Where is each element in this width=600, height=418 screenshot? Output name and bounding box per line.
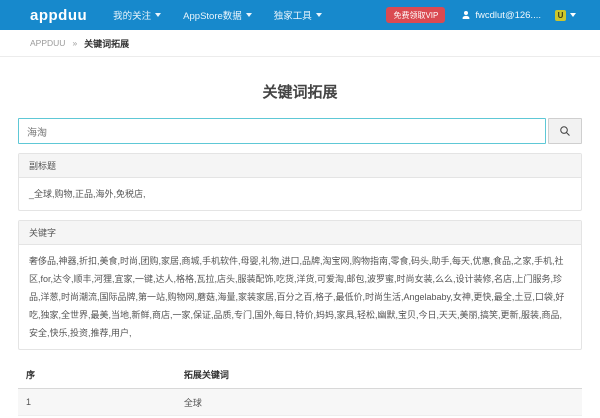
table-header-row: 序 拓展关键词 [18, 361, 582, 389]
expanded-keywords-table: 序 拓展关键词 1 全球 2 购物 3 正品 [18, 361, 582, 418]
breadcrumb-home-link[interactable]: APPDUU [30, 38, 65, 48]
nav-item-appstore-data[interactable]: AppStore数据 [183, 8, 252, 22]
chevron-down-icon [570, 13, 576, 17]
keywords-panel: 关键字 奢侈品,神器,折扣,美食,时尚,团购,家居,商城,手机软件,母婴,礼物,… [18, 220, 582, 350]
column-header-no: 序 [18, 361, 176, 389]
breadcrumb: APPDUU » 关键词拓展 [0, 30, 600, 57]
main-content: 关键词拓展 副标题 _全球,购物,正品,海外,免税店, 关键字 奢侈品,神器,折… [0, 81, 600, 418]
row-number-cell: 1 [18, 389, 176, 416]
nav-item-label: AppStore数据 [183, 8, 242, 22]
keyword-search-group [18, 118, 582, 144]
keyword-cell: 全球 [176, 389, 582, 416]
search-button[interactable] [548, 118, 582, 144]
subtitle-panel-heading: 副标题 [19, 154, 581, 178]
keyword-search-input[interactable] [18, 118, 546, 144]
chevron-down-icon [155, 13, 161, 17]
subtitle-panel: 副标题 _全球,购物,正品,海外,免税店, [18, 153, 582, 211]
breadcrumb-separator: » [72, 38, 77, 48]
page-title: 关键词拓展 [18, 81, 582, 102]
nav-item-my-follows[interactable]: 我的关注 [113, 8, 161, 22]
keywords-panel-body: 奢侈品,神器,折扣,美食,时尚,团购,家居,商城,手机软件,母婴,礼物,进口,品… [19, 245, 581, 349]
user-menu[interactable]: fwcdlut@126.... [461, 10, 541, 21]
chevron-down-icon [316, 13, 322, 17]
account-dropdown[interactable]: U [555, 10, 576, 21]
subtitle-panel-body: _全球,购物,正品,海外,免税店, [19, 178, 581, 210]
logo[interactable]: appduu [30, 7, 87, 24]
nav-item-exclusive-tools[interactable]: 独家工具 [274, 8, 322, 22]
keywords-panel-heading: 关键字 [19, 221, 581, 245]
user-email: fwcdlut@126.... [475, 10, 541, 21]
top-navbar: appduu 我的关注 AppStore数据 独家工具 免费领取VIP fwcd… [0, 0, 600, 30]
search-icon [559, 125, 571, 137]
page: appduu 我的关注 AppStore数据 独家工具 免费领取VIP fwcd… [0, 0, 600, 418]
free-vip-badge[interactable]: 免费领取VIP [386, 7, 445, 23]
chevron-down-icon [246, 13, 252, 17]
navbar-right: 免费领取VIP fwcdlut@126.... U [386, 7, 576, 23]
breadcrumb-current: 关键词拓展 [84, 37, 129, 50]
nav-item-label: 独家工具 [274, 8, 312, 22]
user-level-badge: U [555, 10, 566, 21]
table-row: 1 全球 [18, 389, 582, 416]
user-icon [461, 10, 471, 20]
column-header-keyword: 拓展关键词 [176, 361, 582, 389]
nav-item-label: 我的关注 [113, 8, 151, 22]
